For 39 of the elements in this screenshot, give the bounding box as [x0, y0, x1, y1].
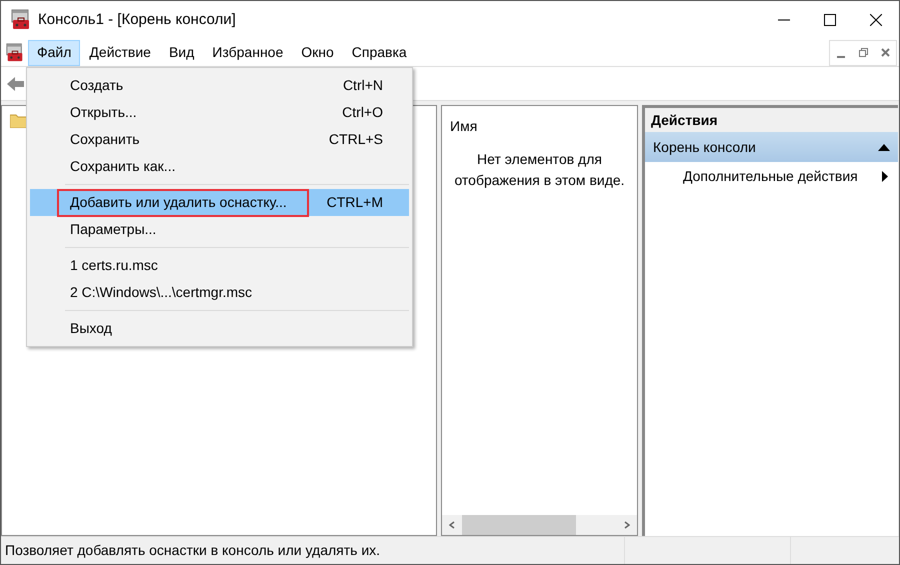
actions-header: Действия	[645, 108, 898, 132]
maximize-icon	[824, 14, 836, 26]
menu-item[interactable]: Файл	[28, 40, 80, 66]
horizontal-scrollbar[interactable]	[442, 515, 637, 535]
menu-option[interactable]: Выход	[30, 315, 409, 342]
menu-option[interactable]: Создать Ctrl+N	[30, 72, 409, 99]
scrollbar-thumb[interactable]	[462, 515, 576, 535]
close-icon	[870, 14, 882, 26]
menu-option[interactable]: Открыть... Ctrl+O	[30, 99, 409, 126]
back-button[interactable]	[7, 76, 25, 92]
section-title: Корень консоли	[653, 138, 757, 157]
minimize-icon	[778, 19, 790, 21]
menu-item[interactable]: Справка	[342, 40, 416, 66]
menu-item[interactable]: Окно	[292, 40, 343, 66]
console-toolbox-icon	[5, 42, 25, 62]
menu-item[interactable]: Вид	[160, 40, 204, 66]
restore-icon	[858, 48, 868, 57]
close-icon	[880, 48, 890, 57]
column-header[interactable]: Имя	[450, 116, 629, 137]
menu-option[interactable]: Сохранить как...	[30, 153, 409, 180]
action-item[interactable]: Дополнительные действия	[645, 162, 898, 190]
minimize-icon	[837, 56, 845, 58]
collapse-icon	[878, 144, 890, 150]
menu-option[interactable]: Сохранить CTRL+S	[30, 126, 409, 153]
menu-option[interactable]: 1 certs.ru.msc	[30, 252, 409, 279]
scroll-right-icon	[624, 521, 630, 529]
console-toolbox-icon	[10, 9, 32, 31]
menu-option[interactable]: Добавить или удалить оснастку... CTRL+M	[30, 189, 409, 216]
empty-message: Нет элементов для отображения в этом виде.	[453, 150, 626, 190]
menu-item[interactable]: Действие	[80, 40, 160, 66]
menu-option[interactable]: Параметры...	[30, 216, 409, 243]
status-text: Позволяет добавлять оснастки в консоль или удалять их.	[4, 541, 382, 560]
menu-option[interactable]: 2 C:\Windows\...\certmgr.msc	[30, 279, 409, 306]
actions-section[interactable]: Корень консоли	[645, 132, 898, 162]
back-arrow-icon	[7, 76, 25, 92]
submenu-arrow-icon	[882, 170, 888, 182]
window-title: Консоль1 - [Корень консоли]	[38, 10, 236, 30]
scroll-left-icon	[449, 521, 455, 529]
menu-item[interactable]: Избранное	[203, 40, 292, 66]
